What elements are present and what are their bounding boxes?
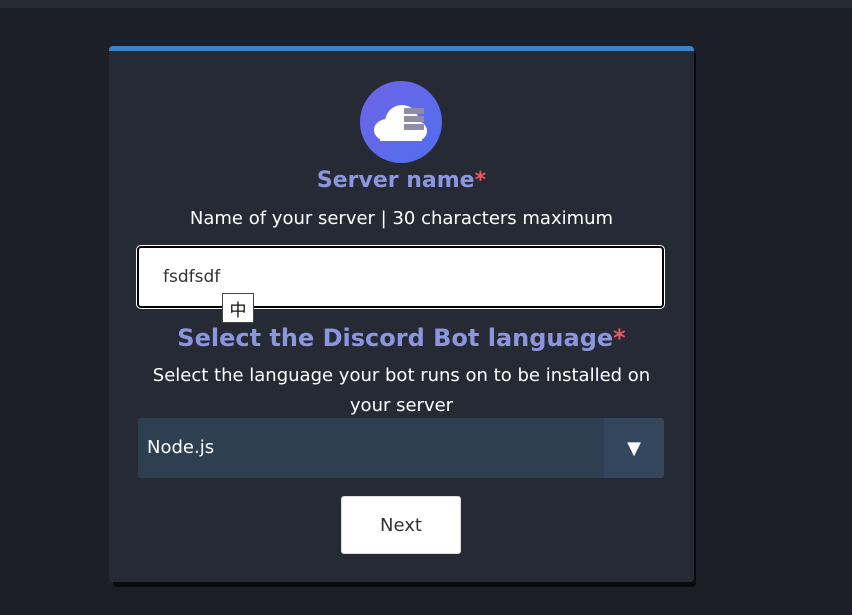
top-strip bbox=[0, 0, 852, 8]
ime-indicator: 中 bbox=[222, 293, 254, 323]
server-name-title: Server name* bbox=[109, 168, 694, 193]
chevron-down-icon[interactable]: ▼ bbox=[604, 418, 664, 478]
language-description: Select the language your bot runs on to … bbox=[152, 365, 651, 416]
language-title: Select the Discord Bot language* bbox=[109, 324, 694, 352]
language-title-text: Select the Discord Bot language bbox=[177, 324, 614, 352]
required-mark: * bbox=[613, 324, 626, 352]
server-name-description: Name of your server | 30 characters maxi… bbox=[189, 208, 614, 229]
server-name-input[interactable] bbox=[136, 245, 665, 309]
next-button[interactable]: Next bbox=[341, 496, 461, 554]
language-select-value: Node.js bbox=[147, 437, 215, 458]
cloud-server-icon bbox=[360, 81, 442, 163]
required-mark: * bbox=[474, 168, 487, 193]
language-select[interactable]: Node.js ▼ bbox=[138, 418, 664, 478]
form-card: Server name* Name of your server | 30 ch… bbox=[109, 46, 694, 582]
server-name-title-text: Server name bbox=[316, 168, 475, 193]
